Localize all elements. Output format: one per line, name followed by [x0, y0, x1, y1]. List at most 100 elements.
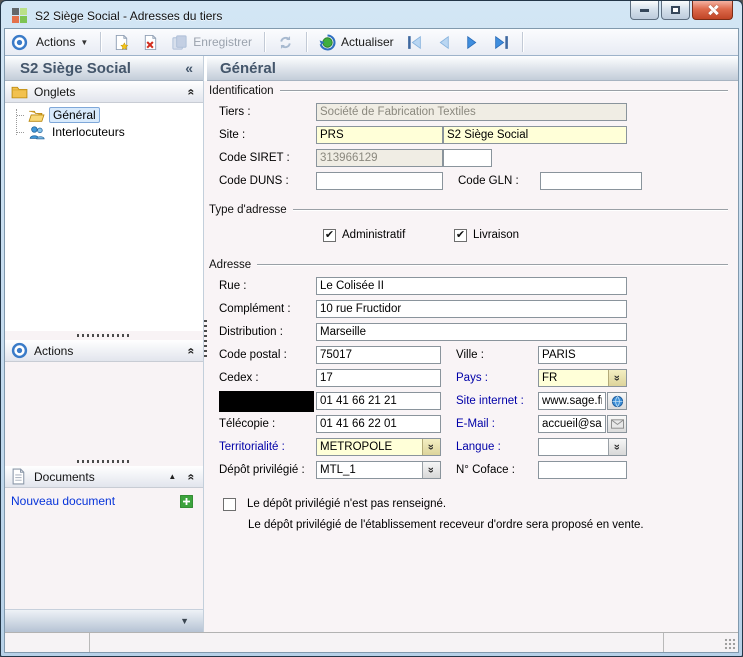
actualiser-button[interactable]: Actualiser — [315, 32, 398, 53]
new-document-row: Nouveau document — [5, 488, 203, 514]
territorialite-field[interactable] — [317, 439, 422, 455]
actions-title: Actions — [34, 344, 182, 358]
sidebar-collapse-icon[interactable]: « — [185, 60, 193, 76]
sidebar-bottom-arrow-icon[interactable]: ▼ — [180, 616, 189, 626]
pays-field[interactable] — [539, 370, 608, 386]
type-adresse-group: Type d'adresse — [209, 203, 730, 217]
site-internet-field[interactable] — [538, 392, 606, 410]
save-button[interactable]: Enregistrer — [167, 32, 256, 53]
site-code-field[interactable] — [316, 126, 443, 144]
langue-label: Langue : — [456, 441, 538, 453]
siret-field — [316, 149, 443, 167]
tree-item-interlocuteurs[interactable]: Interlocuteurs — [17, 124, 203, 140]
documents-collapse-icon[interactable]: « — [185, 473, 199, 480]
nav-next-button[interactable] — [460, 32, 485, 53]
ville-label: Ville : — [456, 349, 538, 361]
cedex-pays-row: Cedex : Pays : « — [219, 369, 730, 387]
close-button[interactable] — [692, 1, 733, 20]
tree-item-label: Général — [49, 107, 100, 123]
vertical-splitter[interactable] — [204, 320, 207, 360]
email-field[interactable] — [538, 415, 606, 433]
code-postal-field[interactable] — [316, 346, 441, 364]
tree-item-general[interactable]: Général — [17, 107, 203, 123]
resize-grip[interactable] — [724, 638, 736, 650]
tiers-field — [316, 103, 627, 121]
nav-previous-button[interactable] — [431, 32, 456, 53]
langue-dropdown[interactable]: « — [538, 438, 627, 456]
livraison-checkbox[interactable]: ✔ — [454, 229, 467, 242]
nav-first-button[interactable] — [402, 32, 427, 53]
complement-row: Complément : — [219, 300, 730, 318]
depot-warning-row: Le dépôt privilégié n'est pas renseigné. — [223, 495, 730, 513]
documents-up-icon[interactable]: ▲ — [168, 472, 176, 481]
restore-button[interactable] — [661, 1, 690, 20]
pays-dropdown[interactable]: « — [538, 369, 627, 387]
nav-first-icon — [406, 34, 423, 51]
code-postal-label: Code postal : — [219, 349, 316, 361]
document-icon — [11, 468, 28, 485]
new-document-icon — [113, 34, 130, 51]
coface-field[interactable] — [538, 461, 627, 479]
duns-field[interactable] — [316, 172, 443, 190]
folder-icon — [11, 83, 28, 100]
app-window: S2 Siège Social - Adresses du tiers Acti… — [0, 0, 743, 657]
actions-panel-body — [5, 362, 203, 457]
telecopie-field[interactable] — [316, 415, 441, 433]
send-email-button[interactable] — [607, 415, 627, 433]
onglets-section-header[interactable]: Onglets « — [5, 81, 203, 103]
delete-record-button[interactable] — [138, 32, 163, 53]
siret-extra-field[interactable] — [443, 149, 492, 167]
territorialite-dropdown[interactable]: « — [316, 438, 441, 456]
redacted-telephone-label — [219, 391, 314, 412]
telephone-field[interactable] — [316, 392, 441, 410]
depot-dropdown[interactable]: « — [316, 461, 441, 479]
depot-warning-label: Le dépôt privilégié n'est pas renseigné. — [247, 498, 446, 510]
complement-field[interactable] — [316, 300, 627, 318]
actions-menu-button[interactable]: Actions ▼ — [32, 33, 92, 51]
toolbar-separator — [100, 32, 101, 52]
refresh-icon — [277, 34, 294, 51]
ville-field[interactable] — [538, 346, 627, 364]
status-cell-1 — [5, 633, 90, 652]
sage-logo-icon — [12, 8, 28, 24]
minimize-button[interactable] — [630, 1, 659, 20]
sidebar-header: S2 Siège Social « — [5, 56, 203, 81]
actions-section-header[interactable]: Actions « — [5, 340, 203, 362]
sidebar-splitter[interactable] — [5, 331, 203, 340]
tree-item-label: Interlocuteurs — [49, 125, 128, 139]
pays-dropdown-button[interactable]: « — [608, 370, 626, 386]
telecopie-label: Télécopie : — [219, 418, 316, 430]
nav-last-button[interactable] — [489, 32, 514, 53]
administratif-checkbox[interactable]: ✔ — [323, 229, 336, 242]
sidebar-splitter[interactable] — [5, 457, 203, 466]
site-name-field[interactable] — [443, 126, 627, 144]
chevron-down-icon: « — [426, 444, 438, 450]
address-type-row: ✔ Administratif ✔ Livraison — [219, 226, 730, 244]
langue-field[interactable] — [539, 439, 608, 455]
onglets-collapse-icon[interactable]: « — [185, 88, 199, 95]
open-website-button[interactable] — [607, 392, 627, 410]
depot-dropdown-button[interactable]: « — [422, 462, 440, 478]
general-form: Identification Tiers : Site : Code SIRET… — [204, 81, 738, 632]
refresh-button[interactable] — [273, 32, 298, 53]
site-internet-label: Site internet : — [456, 395, 538, 407]
window-title: S2 Siège Social - Adresses du tiers — [35, 9, 222, 23]
depot-warning-checkbox[interactable] — [223, 498, 236, 511]
langue-dropdown-button[interactable]: « — [608, 439, 626, 455]
rue-field[interactable] — [316, 277, 627, 295]
gln-field[interactable] — [540, 172, 642, 190]
rue-label: Rue : — [219, 280, 316, 292]
actions-collapse-icon[interactable]: « — [185, 347, 199, 354]
add-plus-icon[interactable] — [180, 495, 193, 508]
sidebar-bottom-bar[interactable]: ▼ — [5, 609, 203, 632]
cedex-field[interactable] — [316, 369, 441, 387]
new-record-button[interactable] — [109, 32, 134, 53]
depot-field[interactable] — [317, 462, 422, 478]
documents-panel-body — [5, 514, 203, 609]
distribution-field[interactable] — [316, 323, 627, 341]
documents-section-header[interactable]: Documents ▲ « — [5, 466, 203, 488]
actions-target-icon — [11, 34, 28, 51]
new-document-link[interactable]: Nouveau document — [11, 494, 115, 508]
territorialite-dropdown-button[interactable]: « — [422, 439, 440, 455]
content-area: S2 Siège Social « Onglets « Génér — [5, 56, 738, 632]
